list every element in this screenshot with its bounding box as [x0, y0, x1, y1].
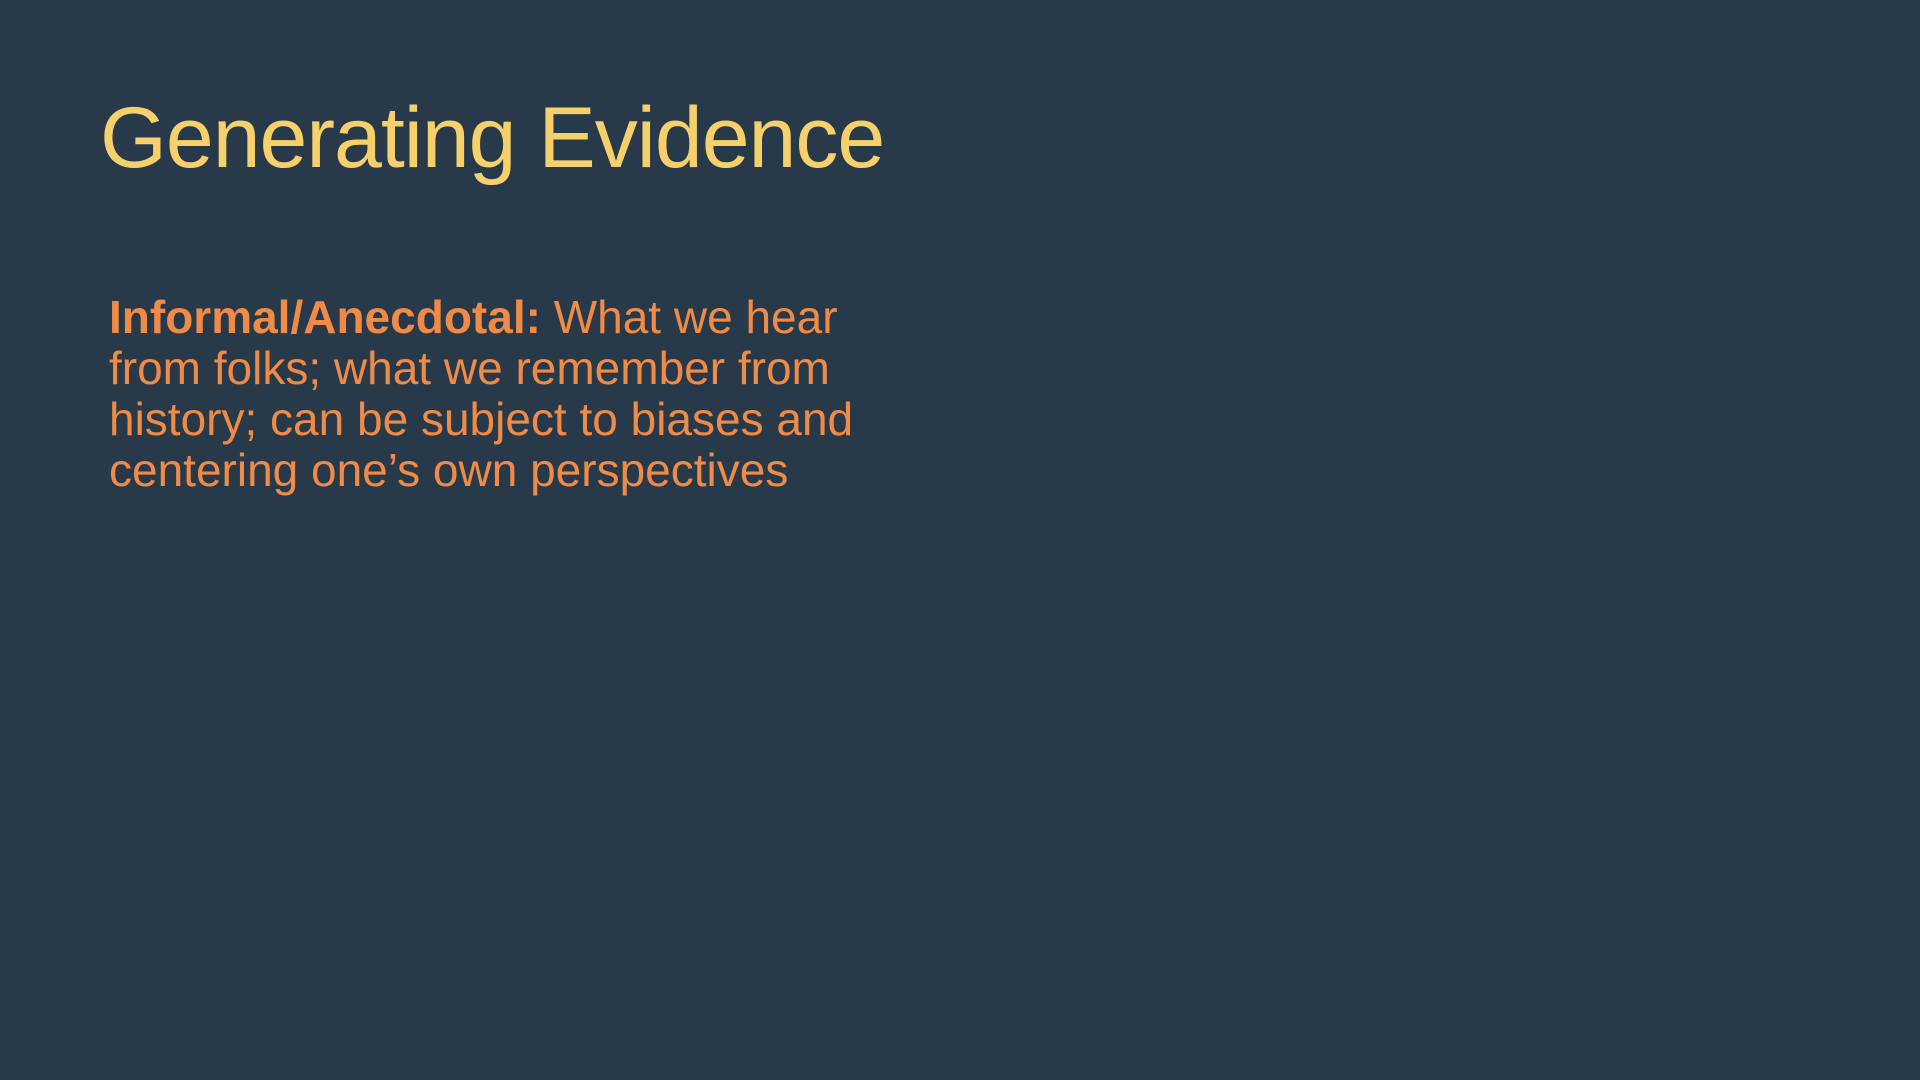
evidence-type-term: Informal/Anecdotal:	[109, 291, 541, 343]
evidence-type-paragraph: Informal/Anecdotal: What we hear from fo…	[109, 292, 929, 496]
slide-title: Generating Evidence	[100, 90, 885, 186]
slide: Generating Evidence Informal/Anecdotal: …	[0, 0, 1920, 1080]
